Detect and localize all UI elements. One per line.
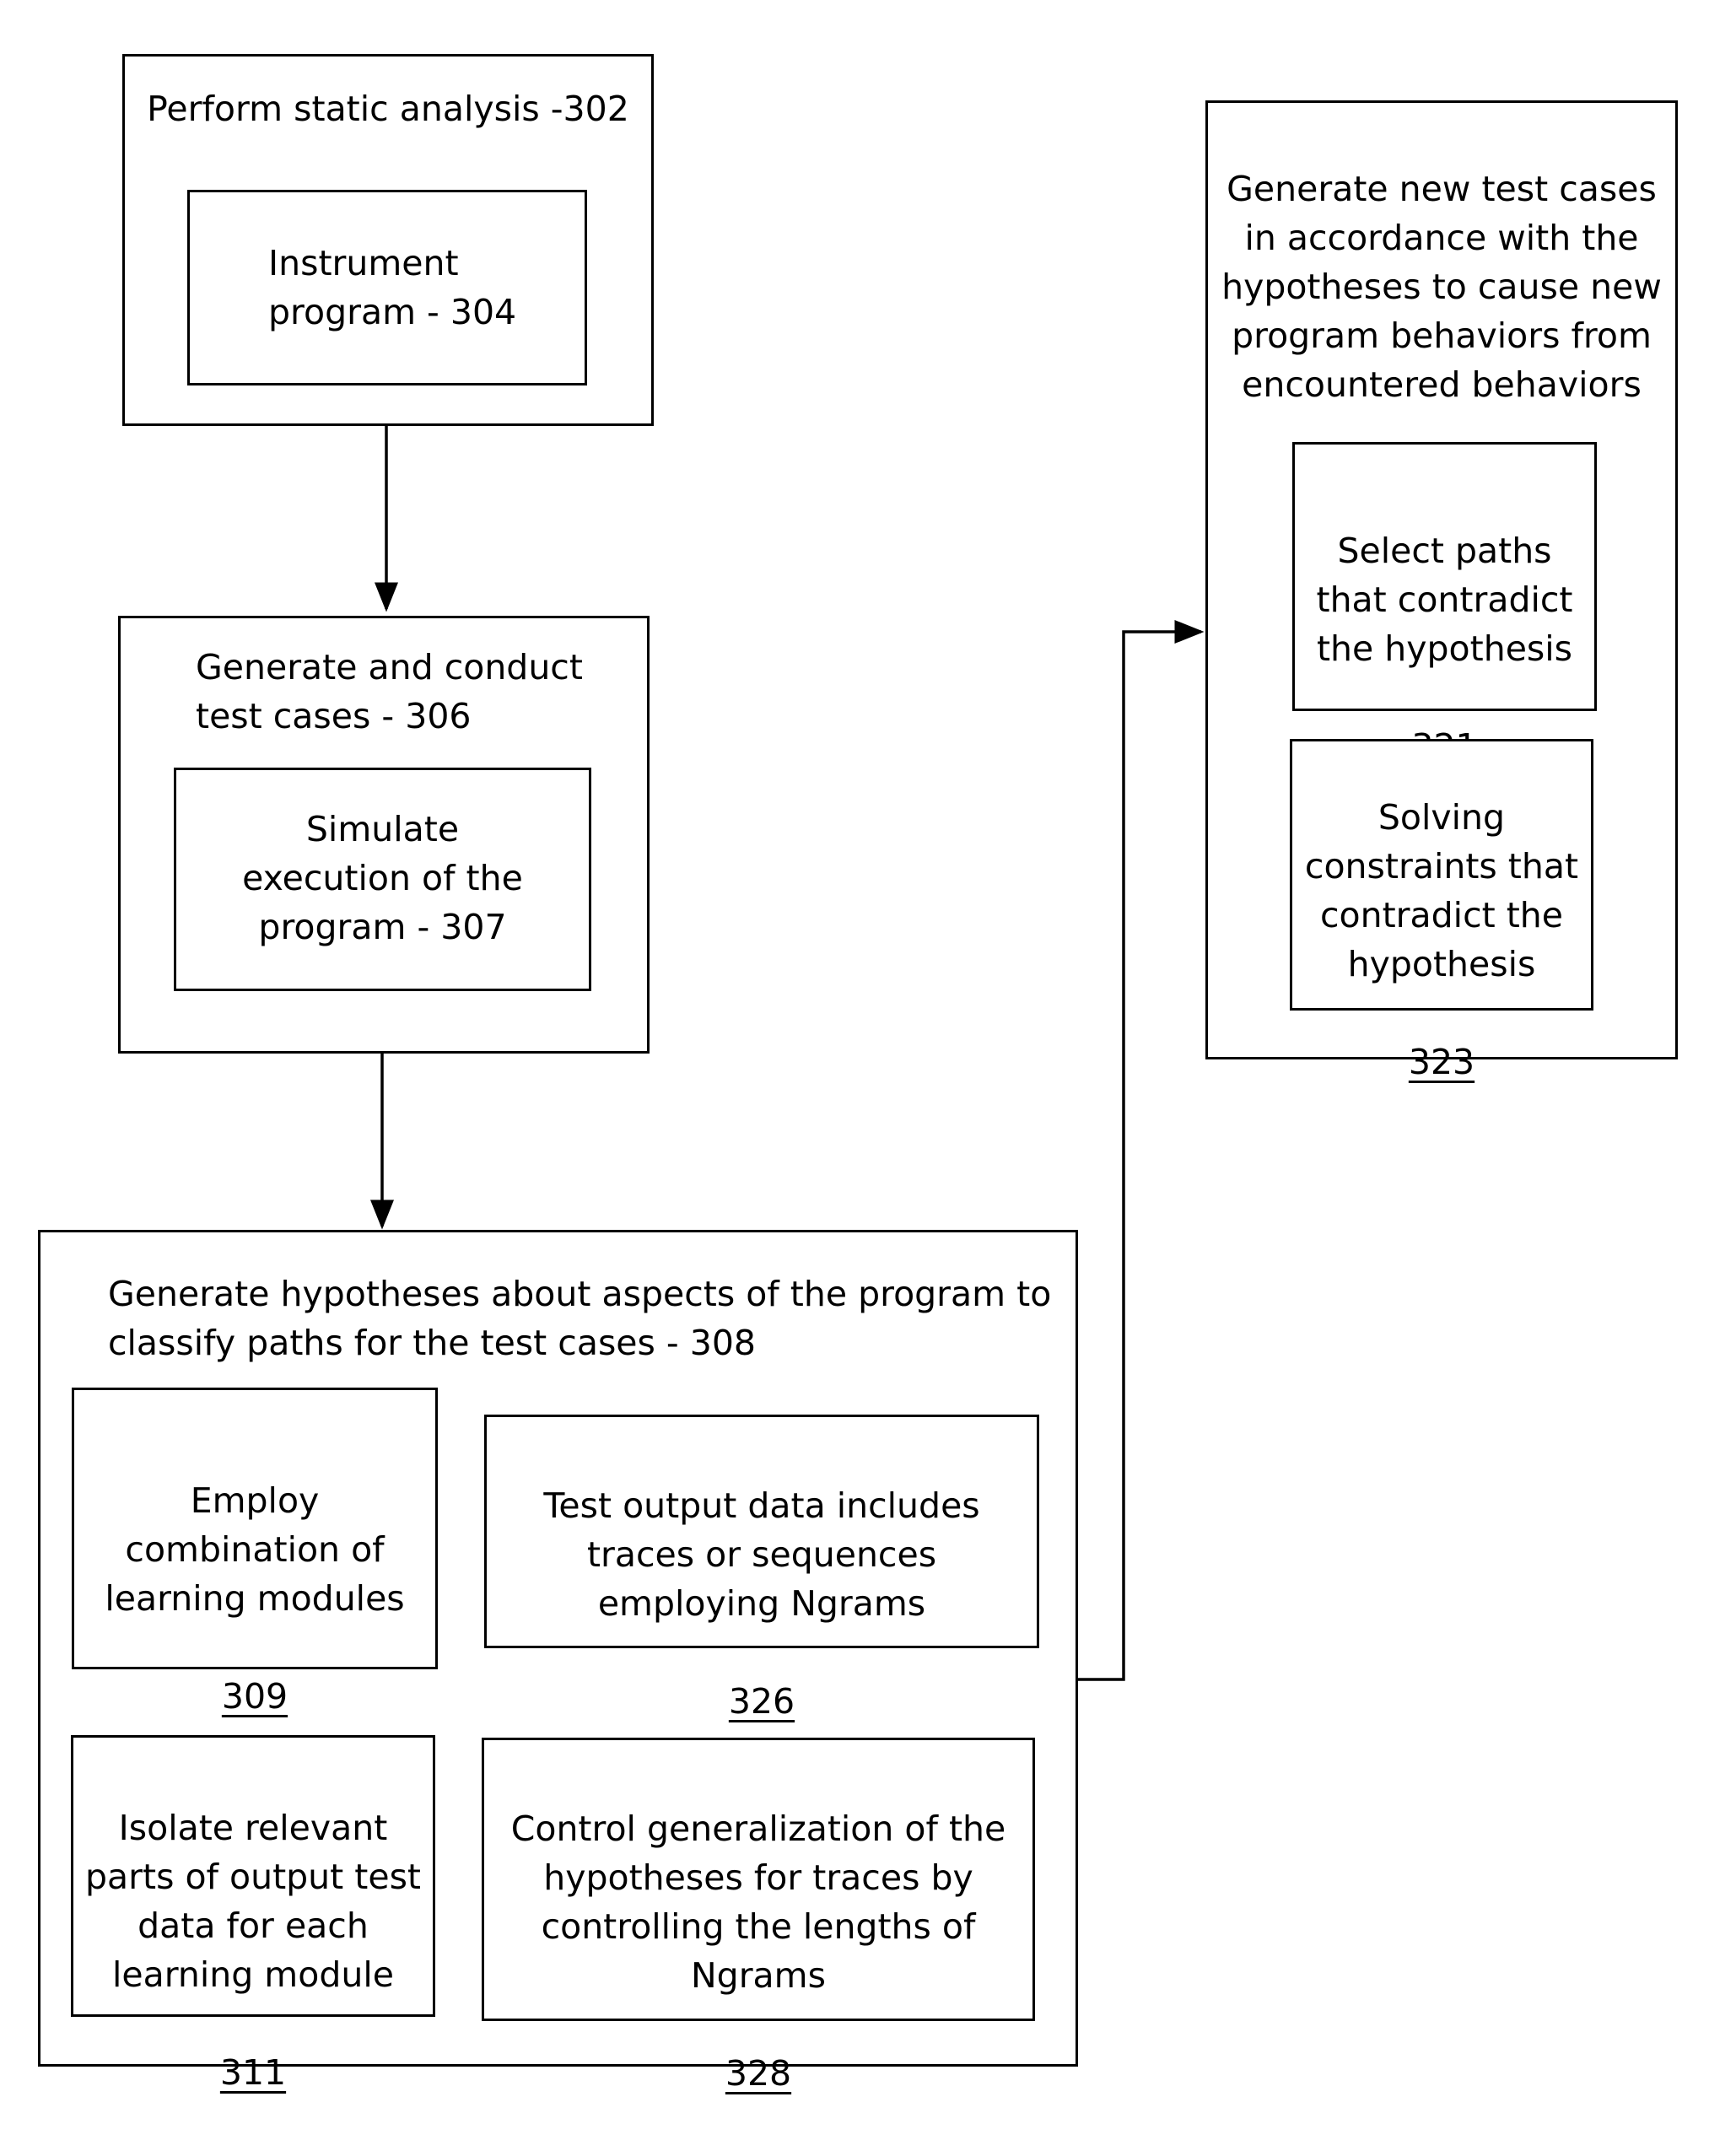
- node-311-ref: 311: [219, 2052, 287, 2093]
- node-326-text: Test output data includes traces or sequ…: [484, 1432, 1039, 1726]
- node-323-text: Solving constraints that contradict the …: [1290, 744, 1593, 1086]
- node-309-label: Employ combination of learning modules: [105, 1480, 405, 1619]
- node-307-label: Simulate execution of the program - 307: [242, 809, 523, 947]
- node-309-text: Employ combination of learning modules 3…: [72, 1427, 438, 1721]
- node-328-text: Control generalization of the hypotheses…: [482, 1755, 1035, 2098]
- node-309-ref: 309: [221, 1676, 288, 1717]
- arrow-308-to-320: [1078, 620, 1205, 1681]
- node-328-ref: 328: [725, 2053, 792, 2094]
- node-321-text: Select paths that contradict the hypothe…: [1292, 477, 1597, 771]
- node-323-label: Solving constraints that contradict the …: [1304, 797, 1579, 984]
- node-321-label: Select paths that contradict the hypothe…: [1316, 531, 1573, 669]
- node-326-ref: 326: [728, 1681, 795, 1722]
- node-304-label: Instrument program - 304: [268, 243, 517, 332]
- node-306-label: Generate and conduct test cases - 306: [196, 647, 583, 736]
- node-320-label: Generate new test cases in accordance wi…: [1221, 169, 1662, 405]
- node-308-label: Generate hypotheses about aspects of the…: [108, 1274, 1052, 1363]
- node-323-ref: 323: [1408, 1042, 1475, 1082]
- node-302-label: Perform static analysis -302: [147, 89, 629, 129]
- node-326-label: Test output data includes traces or sequ…: [543, 1485, 980, 1624]
- node-311-text: Isolate relevant parts of output test da…: [71, 1755, 435, 2097]
- node-311-label: Isolate relevant parts of output test da…: [84, 1808, 422, 1995]
- node-328-label: Control generalization of the hypotheses…: [510, 1808, 1006, 1996]
